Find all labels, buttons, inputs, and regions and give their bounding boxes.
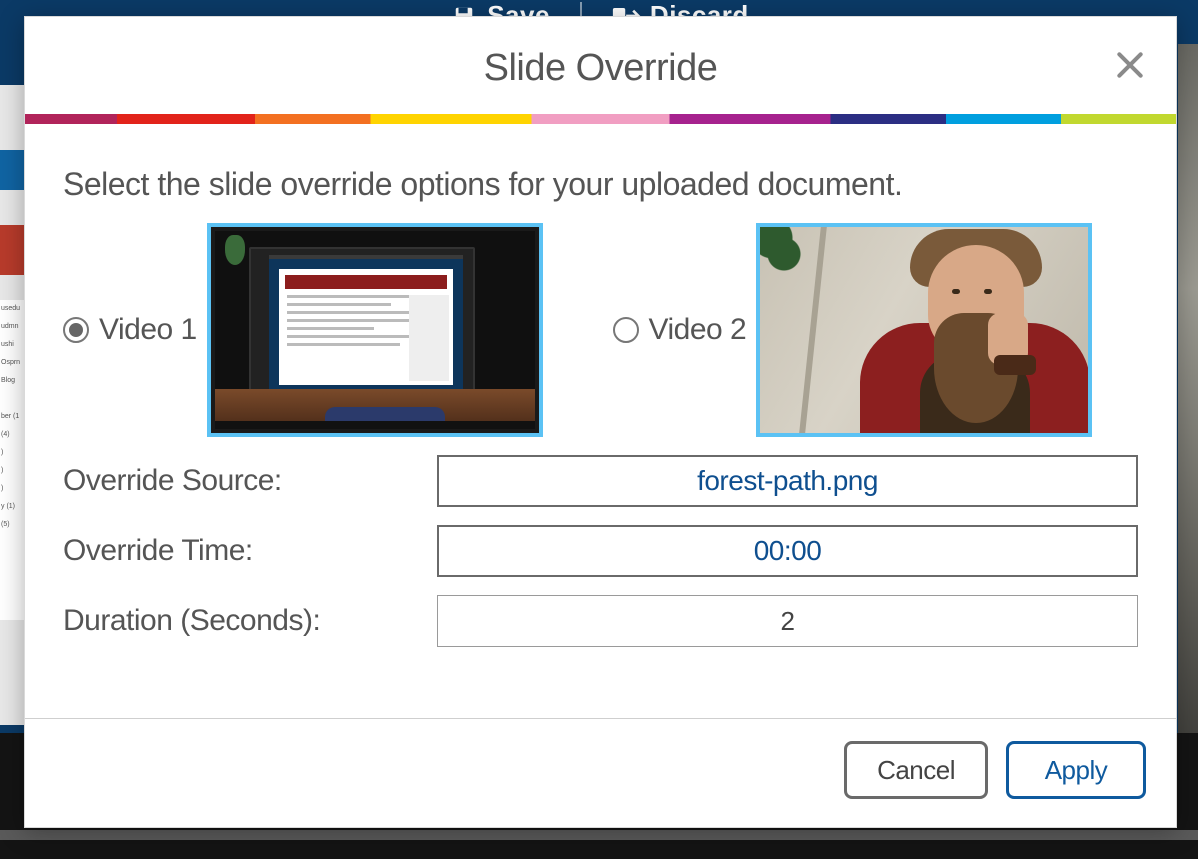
override-source-input[interactable]: [437, 455, 1138, 507]
modal-body: Select the slide override options for yo…: [25, 124, 1176, 718]
video-choice-2[interactable]: Video 2: [613, 223, 1139, 437]
video-1-label: Video 1: [99, 313, 197, 347]
duration-row: Duration (Seconds):: [63, 595, 1138, 647]
override-time-row: Override Time:: [63, 525, 1138, 577]
duration-label: Duration (Seconds):: [63, 604, 413, 638]
modal-title: Slide Override: [45, 47, 1156, 90]
modal-close-button[interactable]: [1110, 45, 1150, 85]
override-time-input[interactable]: [437, 525, 1138, 577]
slide-override-modal: Slide Override Select the slide override…: [24, 16, 1177, 828]
close-icon: [1114, 49, 1146, 81]
cancel-button[interactable]: Cancel: [844, 741, 988, 799]
modal-footer: Cancel Apply: [25, 718, 1176, 827]
video-choice-group: Video 1: [63, 223, 1138, 437]
override-source-label: Override Source:: [63, 464, 413, 498]
modal-prompt: Select the slide override options for yo…: [63, 166, 1138, 203]
video-2-label: Video 2: [649, 313, 747, 347]
video-1-thumbnail[interactable]: [207, 223, 543, 437]
modal-header: Slide Override: [25, 17, 1176, 114]
override-source-row: Override Source:: [63, 455, 1138, 507]
apply-button[interactable]: Apply: [1006, 741, 1146, 799]
video-1-radio[interactable]: [63, 317, 89, 343]
duration-input[interactable]: [437, 595, 1138, 647]
rainbow-divider: [25, 114, 1176, 124]
video-choice-1[interactable]: Video 1: [63, 223, 589, 437]
video-2-radio[interactable]: [613, 317, 639, 343]
video-2-thumbnail[interactable]: [756, 223, 1092, 437]
override-time-label: Override Time:: [63, 534, 413, 568]
